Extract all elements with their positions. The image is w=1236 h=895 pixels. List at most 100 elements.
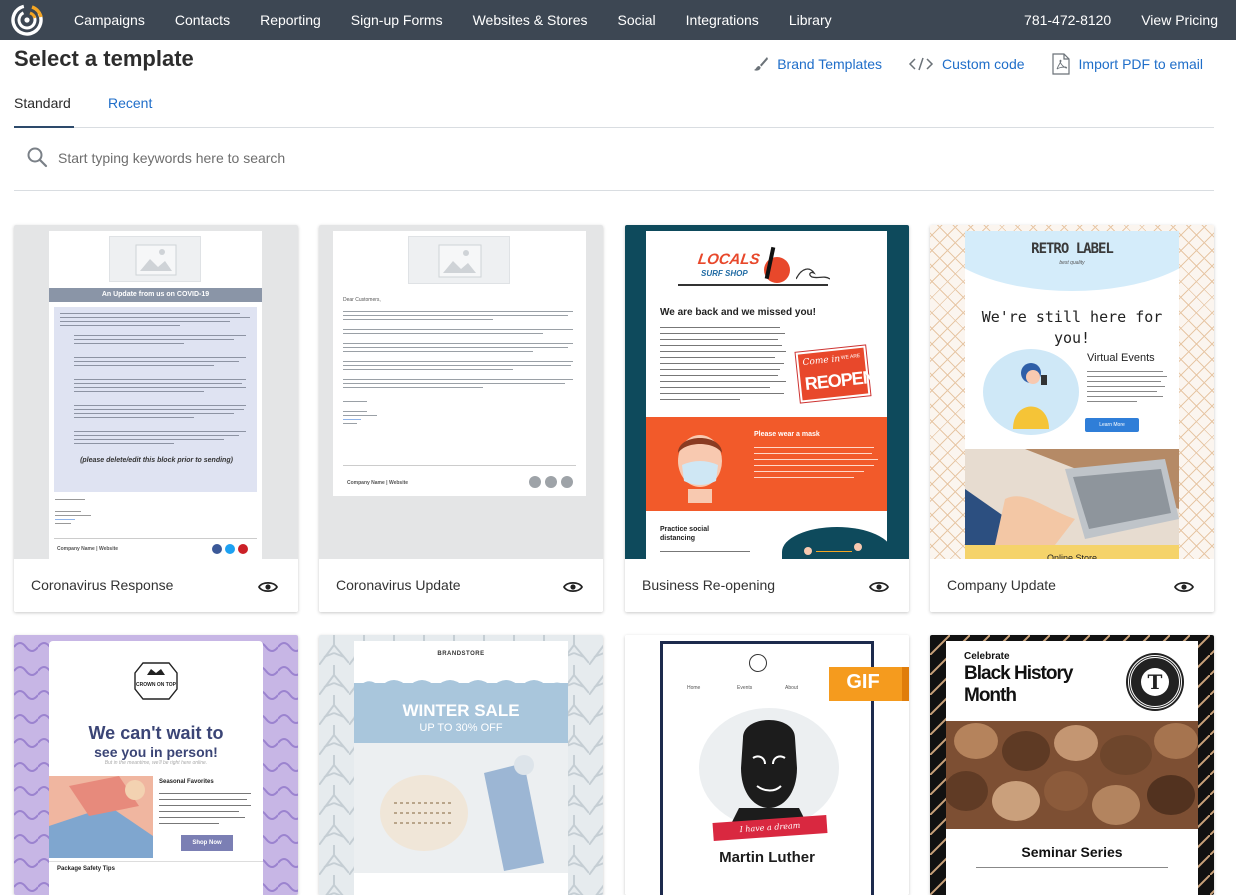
preview-bottom: Package Safety Tips [57, 866, 115, 872]
nav-social[interactable]: Social [603, 12, 671, 28]
laptop-photo [965, 449, 1179, 545]
code-icon [908, 57, 934, 71]
preview-eye-icon[interactable] [257, 580, 279, 599]
face-mask-illustration [670, 427, 730, 503]
template-card-martin-luther-king[interactable]: Home Events About I have a dream Martin … [625, 635, 909, 895]
preview-footer: Company Name | Website [347, 480, 409, 486]
preview-logo: RETRO LABEL [1031, 241, 1114, 257]
template-name: Business Re-opening [642, 577, 776, 593]
pinterest-icon [561, 476, 573, 488]
card-footer: Business Re-opening [625, 559, 909, 612]
preview-logo-top: LOCALS [696, 251, 761, 268]
template-preview: RETRO LABEL best quality We're still her… [930, 225, 1214, 559]
preview-section-title: Seasonal Favorites [159, 779, 214, 785]
preview-nav-events: Events [737, 685, 753, 691]
search-input[interactable] [58, 143, 658, 173]
gif-badge: GIF [829, 667, 909, 701]
header-actions: Brand Templates Custom code Import PDF t… [727, 53, 1203, 75]
template-tabs: Standard Recent [14, 88, 1214, 128]
template-preview: Celebrate Black History Month T Seminar … [930, 635, 1214, 895]
preview-footer: Company Name | Website [57, 546, 119, 552]
wave-icon [795, 265, 831, 281]
preview-heading: We're still here for you! [981, 308, 1163, 347]
preview-eye-icon[interactable] [562, 580, 584, 599]
import-pdf-label: Import PDF to email [1078, 56, 1203, 72]
preview-title-1: Black History [964, 663, 1073, 684]
tab-standard[interactable]: Standard [14, 88, 74, 128]
search-icon [26, 146, 48, 173]
template-card-coronavirus-update[interactable]: Dear Customers, Company Name | Website C… [319, 225, 603, 612]
nav-library[interactable]: Library [774, 12, 847, 28]
main-menu: Campaigns Contacts Reporting Sign-up For… [59, 0, 847, 40]
nav-integrations[interactable]: Integrations [671, 12, 774, 28]
paintbrush-icon [753, 56, 769, 72]
preview-nav-about: About [785, 685, 799, 691]
mask-section: Please wear a mask [646, 417, 887, 511]
preview-logo: CROWN ON TOP [136, 682, 176, 688]
preview-bottom: Online Store [965, 545, 1179, 559]
facebook-icon [212, 544, 222, 554]
template-card-coronavirus-response[interactable]: An Update from us on COVID-19 (please de… [14, 225, 298, 612]
crown-logo-icon [133, 661, 179, 701]
template-card-black-history-month[interactable]: Celebrate Black History Month T Seminar … [930, 635, 1214, 895]
preview-subheading: UP TO 30% OFF [419, 722, 503, 734]
preview-distancing: Practice social distancing [660, 526, 710, 542]
preview-title: Martin Luther [719, 849, 815, 866]
preview-button: Shop Now [181, 835, 233, 851]
nav-right: 781-472-8120 View Pricing [1012, 0, 1236, 40]
preview-heading-1: We can't wait to [88, 723, 224, 743]
template-name: Company Update [947, 577, 1056, 593]
preview-heading: An Update from us on COVID-19 [49, 288, 262, 302]
template-card-crown-on-top[interactable]: CROWN ON TOP We can't wait to see you in… [14, 635, 298, 895]
top-nav: Campaigns Contacts Reporting Sign-up For… [0, 0, 1236, 40]
twitter-icon [545, 476, 557, 488]
distancing-illustration [782, 527, 887, 559]
tab-recent[interactable]: Recent [108, 88, 152, 127]
card-footer: Coronavirus Update [319, 559, 603, 612]
preview-body-block: (please delete/edit this block prior to … [54, 307, 257, 492]
image-placeholder-icon [408, 236, 510, 284]
brand-templates-label: Brand Templates [777, 56, 883, 72]
nav-campaigns[interactable]: Campaigns [59, 12, 160, 28]
mlk-portrait [699, 708, 839, 828]
preview-subheading: Virtual Events [1087, 352, 1155, 364]
preview-button: Learn More [1085, 418, 1139, 432]
nav-reporting[interactable]: Reporting [245, 12, 336, 28]
constant-contact-logo[interactable] [10, 4, 44, 36]
preview-pre: Celebrate [964, 651, 1010, 662]
twitter-icon [225, 544, 235, 554]
card-footer: Coronavirus Response [14, 559, 298, 612]
template-card-business-reopening[interactable]: LOCALS SURF SHOP We are back and we miss… [625, 225, 909, 612]
template-preview: Dear Customers, Company Name | Website [319, 225, 603, 559]
template-card-company-update[interactable]: RETRO LABEL best quality We're still her… [930, 225, 1214, 612]
preview-heading-2: see you in person! [94, 744, 218, 760]
brand-templates-button[interactable]: Brand Templates [753, 56, 882, 72]
preview-nav-home: Home [687, 685, 701, 691]
nav-signup-forms[interactable]: Sign-up Forms [336, 12, 458, 28]
nav-contacts[interactable]: Contacts [160, 12, 245, 28]
preview-heading: We are back and we missed you! [660, 307, 816, 318]
pdf-file-icon [1051, 53, 1071, 75]
preview-logo-bottom: SURF SHOP [701, 269, 748, 278]
sale-banner: WINTER SALE UP TO 30% OFF [354, 680, 568, 743]
custom-code-button[interactable]: Custom code [908, 56, 1025, 72]
import-pdf-button[interactable]: Import PDF to email [1051, 53, 1203, 75]
reopen-sign: Come in WE ARE REOPEN [795, 345, 876, 403]
template-preview: LOCALS SURF SHOP We are back and we miss… [625, 225, 909, 559]
person-phone-illustration [983, 349, 1079, 435]
template-preview: CROWN ON TOP We can't wait to see you in… [14, 635, 298, 895]
preview-closing: (please delete/edit this block prior to … [80, 457, 233, 464]
faces-collage [946, 721, 1198, 829]
card-footer: Company Update [930, 559, 1214, 612]
template-preview: An Update from us on COVID-19 (please de… [14, 225, 298, 559]
preview-tagline: But in the meantime, we'll be right here… [104, 760, 208, 766]
phone-number[interactable]: 781-472-8120 [1012, 12, 1129, 28]
seal-icon: T [1128, 655, 1182, 709]
preview-eye-icon[interactable] [868, 580, 890, 599]
sweater-photo [354, 743, 568, 873]
view-pricing-link[interactable]: View Pricing [1129, 12, 1236, 28]
template-preview: BRANDSTORE WINTER SALE UP TO 30% OFF [319, 635, 603, 895]
template-card-winter-sale[interactable]: BRANDSTORE WINTER SALE UP TO 30% OFF [319, 635, 603, 895]
nav-websites-stores[interactable]: Websites & Stores [458, 12, 603, 28]
preview-eye-icon[interactable] [1173, 580, 1195, 599]
